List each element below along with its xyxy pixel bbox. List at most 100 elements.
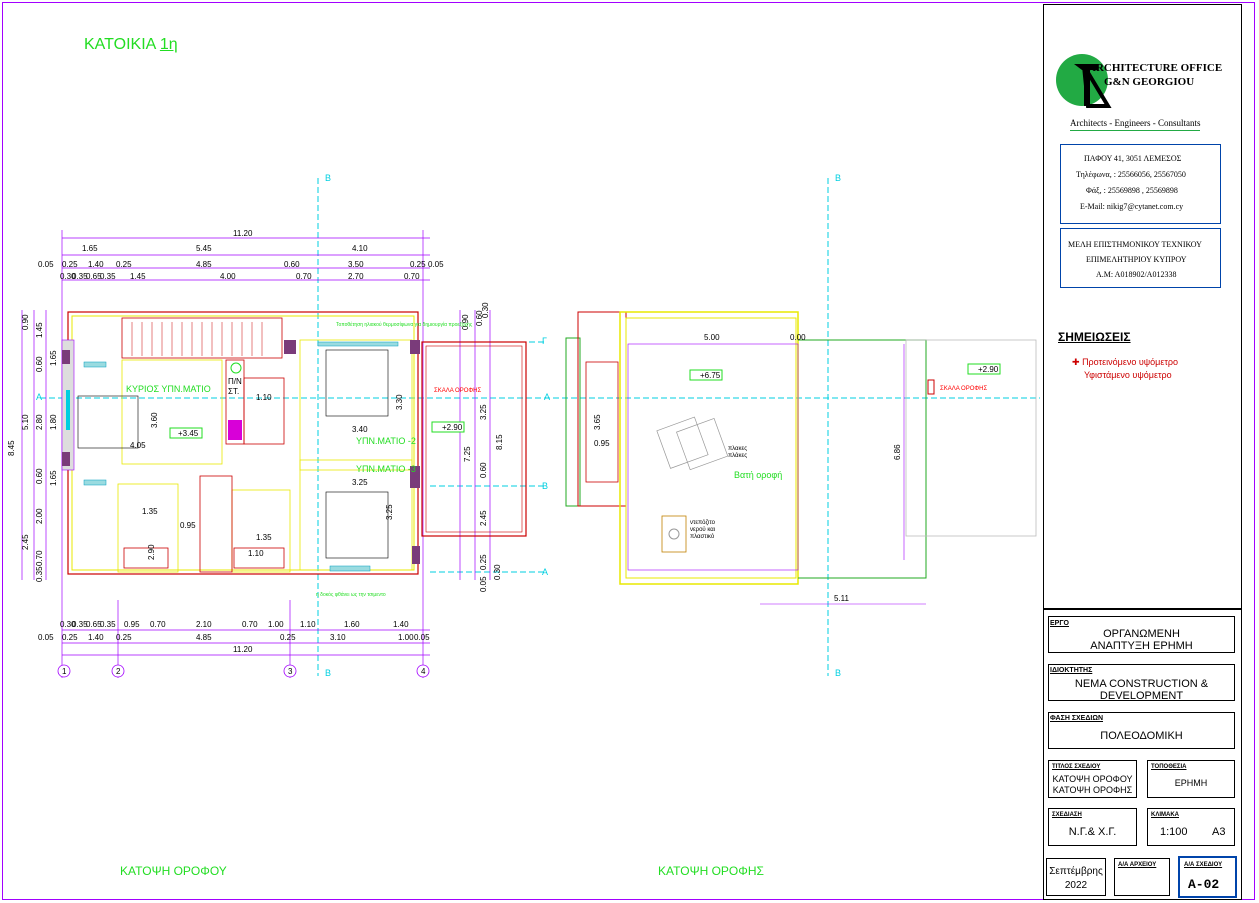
dim-bot-1f: 0.70 (150, 620, 166, 629)
svg-text:3.25: 3.25 (352, 478, 368, 487)
level-marker-b: +2.90 (431, 421, 465, 433)
dim-top-3a: 0.05 (38, 260, 54, 269)
svg-text:0.70: 0.70 (35, 550, 44, 566)
svg-text:5.10: 5.10 (21, 414, 30, 430)
note-solar: Τοποθέτηση ηλιακού θερμοσίφωνα για δημιο… (336, 321, 473, 328)
axis-num-2: 2 (116, 667, 121, 676)
note-beam: η δοκός φθάνει ως την τσιμεντο (316, 591, 386, 598)
member-1: ΜΕΛΗ ΕΠΙΣΤΗΜΟΝΙΚΟΥ ΤΕΧΝΙΚΟΥ (1068, 240, 1202, 249)
svg-text:0.25: 0.25 (479, 554, 488, 570)
svg-text:0.35: 0.35 (35, 566, 44, 582)
dim-bot-2g: 3.10 (330, 633, 346, 642)
dim-bot-1d: 0.35 (100, 620, 116, 629)
left-dims: 0.90 1.45 1.65 0.60 2.80 1.80 5.10 8.45 … (7, 314, 58, 582)
dim-top-4f: 4.00 (220, 272, 236, 281)
roof-deep: Βατή οροφή (734, 470, 782, 480)
member-2: ΕΠΙΜΕΛΗΤΗΡΙΟΥ ΚΥΠΡΟΥ (1086, 255, 1187, 264)
dim-bot-1k: 1.60 (344, 620, 360, 629)
axis-a-side: A (542, 567, 548, 577)
roof-level-b: +2.90 (967, 363, 1001, 375)
dim-bot-2d: 0.25 (116, 633, 132, 642)
svg-text:1.65: 1.65 (49, 350, 58, 366)
svg-text:1.80: 1.80 (49, 414, 58, 430)
inner-dims: 3.60 4.05 1.10 3.40 3.30 3.25 3.25 1.35 … (130, 393, 404, 560)
member-3: Α.Μ: Α018902/Α012338 (1096, 270, 1177, 279)
axis-lines (40, 178, 1040, 676)
dtitle-label: ΤΙΤΛΟΣ ΣΧΕΔΙΟΥ (1052, 764, 1101, 770)
loc-value: ΕΡΗΜΗ (1174, 778, 1208, 788)
dim-top-3c: 1.40 (88, 260, 104, 269)
paper-value: Α3 (1212, 826, 1226, 838)
svg-text:1.45: 1.45 (35, 322, 44, 338)
svg-text:0.90: 0.90 (21, 314, 30, 330)
svg-text:0.95: 0.95 (180, 521, 196, 530)
dim-bot-1i: 1.00 (268, 620, 284, 629)
phase-value: ΠΟΛΕΟΔΟΜΙΚΗ (1100, 730, 1183, 742)
owner-2: DEVELOPMENT (1099, 690, 1184, 702)
axis-b-bottom-roof: B (835, 668, 841, 678)
axis-num-1: 1 (62, 667, 67, 676)
svg-text:+6.75: +6.75 (700, 371, 721, 380)
svg-text:0.05: 0.05 (479, 576, 488, 592)
svg-text:0.30: 0.30 (493, 564, 502, 580)
svg-text:+2.90: +2.90 (978, 365, 999, 374)
dim-top-3g: 3.50 (348, 260, 364, 269)
drawn-value: Ν.Γ.& Χ.Γ. (1068, 826, 1117, 838)
right-dims: 0.90 0.60 0.30 8.15 3.25 7.25 0.60 2.45 … (461, 302, 504, 592)
svg-text:2.45: 2.45 (479, 510, 488, 526)
svg-text:2.80: 2.80 (35, 414, 44, 430)
svg-text:1.65: 1.65 (49, 470, 58, 486)
dtitle-2: ΚΑΤΟΨΗ ΟΡΟΦΗΣ (1052, 785, 1133, 795)
sheet-label: Α/Α ΣΧΕΔΙΟΥ (1184, 862, 1223, 868)
axis-a-mid: A (544, 392, 550, 402)
dim-top-2a: 1.65 (82, 244, 98, 253)
svg-text:0.30: 0.30 (481, 302, 490, 318)
drawn-label: ΣΧΕΔΙΑΣΗ (1052, 812, 1082, 818)
svg-text:3.25: 3.25 (385, 504, 394, 520)
dim-top-4g: 0.70 (296, 272, 312, 281)
svg-text:2.00: 2.00 (35, 508, 44, 524)
roof-tank: ντεπόζιτο (690, 519, 716, 526)
dim-top-4d: 0.35 (100, 272, 116, 281)
svg-text:1.35: 1.35 (256, 533, 272, 542)
axis-b-side: B (542, 481, 548, 491)
dim-top-2b: 5.45 (196, 244, 212, 253)
contact-fax: Φάξ, : 25569898 , 25569898 (1086, 186, 1178, 195)
office-tagline: Architects - Engineers - Consultants (1070, 118, 1201, 131)
roof-level-a: +6.75 (689, 369, 723, 381)
svg-text:0.60: 0.60 (479, 462, 488, 478)
axis-a-left: A (36, 392, 42, 402)
axis-g: Γ (542, 336, 547, 346)
office-name2: G&N GEORGIOU (1104, 76, 1195, 88)
roof-dim-e: 6.86 (893, 444, 902, 460)
roof-plan (565, 311, 1037, 605)
axis-num-3: 3 (288, 667, 293, 676)
dim-bot-1j: 1.10 (300, 620, 316, 629)
dim-bot-2a: 0.05 (38, 633, 54, 642)
axis-num-4: 4 (421, 667, 426, 676)
scale-value: 1:100 (1160, 826, 1188, 838)
project-1: ΟΡΓΑΝΩΜΕΝΗ (1103, 628, 1180, 640)
archive-label: Α/Α ΑΡΧΕΙΟΥ (1118, 862, 1157, 868)
roof-tiles: πλακες (728, 446, 747, 452)
stair-label: ΣΚΑΛΑ ΟΡΟΦΗΣ (434, 388, 482, 394)
svg-text:3.60: 3.60 (150, 412, 159, 428)
roof-dim-f: 5.11 (834, 594, 850, 603)
axis-b-top-roof: B (835, 173, 841, 183)
svg-text:3.40: 3.40 (352, 425, 368, 434)
wc-label2: ΣΤ. (228, 387, 239, 396)
svg-text:0.60: 0.60 (35, 356, 44, 372)
roof-dim-c: 3.65 (593, 414, 602, 430)
roof-dim-b: 0.00 (790, 333, 806, 342)
roof-tank3: πλαστικό (690, 533, 715, 540)
axis-b-bottom: B (325, 668, 331, 678)
dim-top-4e: 1.45 (130, 272, 146, 281)
dim-bot-2c: 1.40 (88, 633, 104, 642)
contact-tel: Τηλέφωνα, : 25566056, 25567050 (1076, 170, 1186, 179)
dim-top-4i: 0.70 (404, 272, 420, 281)
dim-bot-2f: 0.25 (280, 633, 296, 642)
dim-bot-1g: 2.10 (196, 620, 212, 629)
room-bed3: ΥΠΝ.ΜΑΤΙΟ -3 (356, 464, 416, 474)
dim-top-3e: 4.85 (196, 260, 212, 269)
scale-label: ΚΛΙΜΑΚΑ (1151, 812, 1179, 818)
